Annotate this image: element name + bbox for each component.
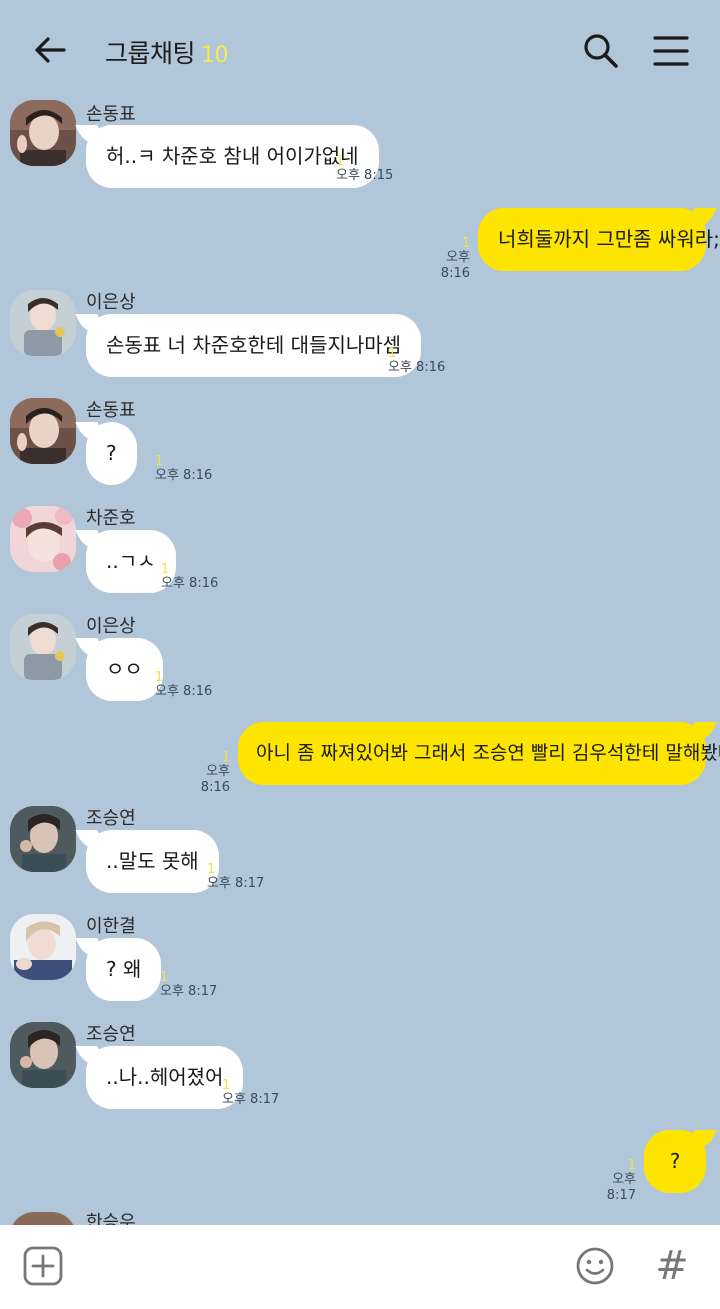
message-meta: 1 오후 8:17: [586, 1158, 636, 1204]
sender-name: 한승우: [86, 1212, 136, 1225]
message-time: 오후 8:16: [155, 468, 213, 483]
message-bubble[interactable]: ㅇㅇ: [86, 638, 163, 701]
profile-avatar[interactable]: [10, 506, 76, 572]
emoji-icon[interactable]: [574, 1245, 616, 1287]
profile-avatar[interactable]: [10, 1022, 76, 1088]
message-list[interactable]: 손동표 허..ㅋ 차준호 참내 어이가없네 1 오후 8:15 1 오후 8:1…: [0, 98, 720, 1225]
message-meta: 1 오후 8:17: [222, 1078, 280, 1108]
profile-avatar[interactable]: [10, 806, 76, 872]
menu-icon[interactable]: [650, 30, 692, 72]
message-time: 오후 8:16: [155, 684, 213, 699]
message-meta: 1 오후 8:16: [180, 750, 230, 796]
message-bubble[interactable]: 허..ㅋ 차준호 참내 어이가없네: [86, 125, 379, 188]
member-count: 10: [201, 43, 229, 68]
sender-name: 손동표: [86, 400, 136, 421]
search-icon[interactable]: [580, 30, 622, 72]
message-meta: 1 오후 8:16: [161, 562, 219, 592]
chat-title: 그룹채팅 10: [105, 34, 229, 70]
message-meta: 1 오후 8:17: [160, 970, 218, 1000]
message-meta: 1 오후 8:16: [388, 346, 446, 376]
sender-name: 이은상: [86, 616, 136, 637]
message-meta: 1 오후 8:17: [207, 862, 265, 892]
message-time: 오후 8:15: [336, 168, 394, 183]
profile-avatar[interactable]: [10, 290, 76, 356]
sender-name: 조승연: [86, 808, 136, 829]
message-time: 오후 8:16: [200, 764, 230, 795]
message-time: 오후 8:17: [606, 1172, 636, 1203]
unread-count: 1: [155, 454, 164, 469]
profile-avatar[interactable]: [10, 914, 76, 980]
message-time: 오후 8:16: [161, 576, 219, 591]
unread-count: 1: [627, 1158, 636, 1173]
message-meta: 1 오후 8:15: [336, 154, 394, 184]
message-bubble[interactable]: 너희둘까지 그만좀 싸워라;;: [478, 208, 720, 271]
message-meta: 1 오후 8:16: [155, 670, 213, 700]
sender-name: 이은상: [86, 292, 136, 313]
profile-avatar[interactable]: [10, 100, 76, 166]
message-bubble[interactable]: 손동표 너 차준호한테 대들지나마셈: [86, 314, 422, 377]
plus-icon[interactable]: [22, 1245, 64, 1287]
profile-avatar[interactable]: [10, 1212, 76, 1225]
message-time: 오후 8:16: [388, 360, 446, 375]
unread-count: 1: [222, 1078, 231, 1093]
message-bubble[interactable]: ..말도 못해: [86, 830, 219, 893]
message-bubble[interactable]: 아니 좀 짜져있어봐 그래서 조승연 빨리 김우석한테 말해봤냐: [238, 722, 720, 785]
message-time: 오후 8:16: [440, 250, 470, 281]
sender-name: 이한결: [86, 916, 136, 937]
message-bubble[interactable]: ..나..헤어졌어: [86, 1046, 244, 1109]
back-arrow-icon[interactable]: [30, 30, 70, 70]
profile-avatar[interactable]: [10, 398, 76, 464]
sender-name: 차준호: [86, 508, 136, 529]
unread-count: 1: [388, 346, 397, 361]
sender-name: 조승연: [86, 1024, 136, 1045]
hashtag-icon[interactable]: #: [650, 1243, 694, 1289]
sender-name: 손동표: [86, 104, 136, 125]
chat-header: 그룹채팅 10: [0, 0, 720, 98]
input-bar: #: [0, 1225, 720, 1309]
profile-avatar[interactable]: [10, 614, 76, 680]
unread-count: 1: [207, 862, 216, 877]
unread-count: 1: [461, 236, 470, 251]
unread-count: 1: [336, 154, 345, 169]
message-meta: 1 오후 8:16: [155, 454, 213, 484]
unread-count: 1: [221, 750, 230, 765]
unread-count: 1: [160, 970, 169, 985]
unread-count: 1: [155, 670, 164, 685]
message-bubble[interactable]: ?: [644, 1130, 706, 1193]
message-bubble[interactable]: ?: [86, 422, 137, 485]
chat-title-text: 그룹채팅: [105, 39, 196, 68]
message-time: 오후 8:17: [160, 984, 218, 999]
unread-count: 1: [161, 562, 170, 577]
message-time: 오후 8:17: [207, 876, 265, 891]
message-bubble[interactable]: ? 왜: [86, 938, 162, 1001]
message-meta: 1 오후 8:16: [420, 236, 470, 282]
message-time: 오후 8:17: [222, 1092, 280, 1107]
